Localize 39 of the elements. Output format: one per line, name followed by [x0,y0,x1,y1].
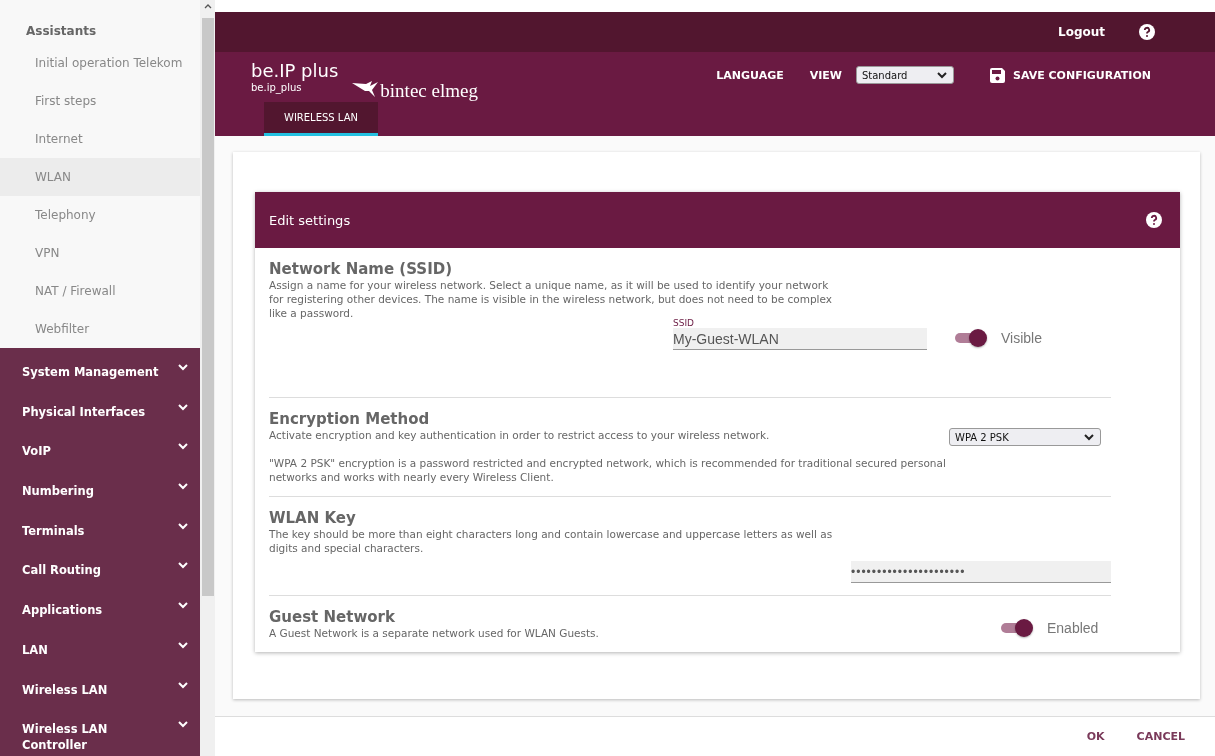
view-label: VIEW [809,68,842,82]
view-select[interactable]: Standard [855,66,954,84]
toggle-label: Enabled [1047,620,1100,636]
sidebar-group[interactable]: Applications [0,590,200,630]
brand-logo-text: bintec elmeg [380,80,478,102]
cancel-button[interactable]: CANCEL [1132,726,1189,747]
ok-button[interactable]: OK [1082,726,1109,747]
sidebar-group[interactable]: System Management [0,352,200,392]
section-description: A Guest Network is a separate network used for WLAN Guests. [269,626,600,640]
sidebar-section-title: Assistants [25,23,98,40]
sidebar-group[interactable]: Wireless LAN [0,669,200,710]
panel-title: Edit settings [269,212,351,228]
sidebar-group[interactable]: LAN [0,629,200,670]
wlan-key-field[interactable]: •••••••••••••••••••••• [851,561,1111,583]
section-title: WLAN Key [269,509,357,527]
section-description: Activate encryption and key authentication in order to restrict access to your wireless network. [269,428,771,442]
hostname: be.ip_plus [251,82,303,93]
sidebar-group[interactable]: Numbering [0,471,200,511]
section-title: Network Name (SSID) [269,260,454,278]
sidebar-group[interactable]: Terminals [0,510,200,551]
language-menu[interactable]: LANGUAGE [716,68,784,82]
sidebar-group[interactable]: VoIP [0,431,200,472]
ssid-field[interactable]: My-Guest-WLAN [673,328,927,350]
section-description: Assign a name for your wireless network. Select a unique name, as it will be used to identify your network for registering other devices. The name is visible in the wireless network, but does not need to be complex like a password. [269,278,833,319]
logout-link[interactable]: Logout [1058,25,1105,39]
section-description: The key should be more than eight characters long and contain lowercase and uppercase letters as well as digits and special characters. [269,527,834,555]
device-name: be.IP plus [251,60,339,82]
sidebar-group[interactable]: Wireless LAN Controller [0,709,200,754]
encryption-select[interactable]: WPA 2 PSK [949,428,1101,446]
encryption-note: "WPA 2 PSK" encryption is a password restricted and encrypted network, which is recommended for traditional secured personal networks and works with nearly every Wireless Client. [269,456,947,484]
sidebar-group[interactable]: Physical Interfaces [0,391,200,432]
tab[interactable]: WIRELESS LAN [264,102,378,136]
toggle-label: Visible [1001,330,1043,346]
section-title: Encryption Method [269,410,431,428]
sidebar-group[interactable]: Call Routing [0,550,200,591]
sidebar-item[interactable]: First steps [0,82,200,120]
save-configuration-button[interactable]: SAVE CONFIGURATION [989,67,1151,83]
field-label: SSID [673,318,695,328]
section-title: Guest Network [269,608,396,626]
